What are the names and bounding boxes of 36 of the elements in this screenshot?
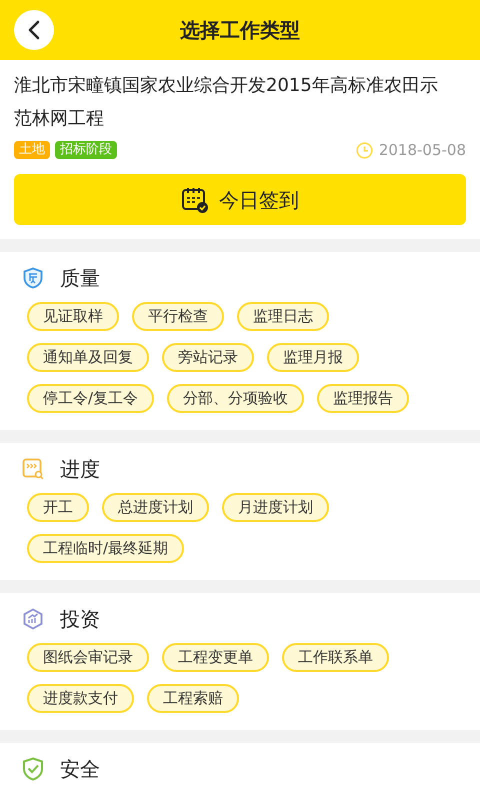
shield-check-icon (22, 757, 44, 781)
page-title: 选择工作类型 (180, 17, 300, 44)
back-button[interactable] (14, 10, 54, 50)
work-type-chip[interactable]: 平行检查 (132, 302, 224, 331)
work-type-chip[interactable]: 停工令/复工令 (27, 384, 154, 413)
clock-icon (356, 142, 373, 158)
work-type-chip[interactable]: 月进度计划 (222, 493, 329, 522)
work-type-chip[interactable]: 监理月报 (267, 343, 359, 372)
tag: 土地 (14, 141, 50, 159)
section-title: 安全 (60, 756, 100, 783)
work-type-chip[interactable]: 图纸会审记录 (27, 643, 149, 672)
work-type-chip[interactable]: 总进度计划 (102, 493, 209, 522)
work-type-chip[interactable]: 工程临时/最终延期 (27, 534, 184, 563)
shield-icon (22, 267, 44, 289)
work-type-chip[interactable]: 见证取样 (27, 302, 119, 331)
checkin-button[interactable]: 今日签到 (14, 174, 466, 225)
work-type-chip[interactable]: 工程变更单 (162, 643, 269, 672)
work-type-chip[interactable]: 分部、分项验收 (167, 384, 304, 413)
work-type-chip[interactable]: 进度款支付 (27, 684, 134, 713)
work-type-chip[interactable]: 监理日志 (237, 302, 329, 331)
date-text: 2018-05-08 (378, 140, 466, 161)
project-name: 淮北市宋疃镇国家农业综合开发2015年高标准农田示范林网工程 (14, 74, 439, 131)
hexagon-chart-icon (22, 608, 44, 630)
work-type-chip[interactable]: 监理报告 (317, 384, 410, 413)
back-icon (28, 20, 40, 40)
section-title: 质量 (60, 265, 100, 292)
work-type-chip[interactable]: 旁站记录 (162, 343, 254, 372)
chart-search-icon (22, 458, 44, 480)
section-title: 进度 (60, 456, 100, 483)
calendar-check-icon (181, 186, 209, 214)
work-type-chip[interactable]: 工程索赔 (147, 684, 239, 713)
tag: 招标阶段 (55, 141, 117, 159)
work-type-chip[interactable]: 工作联系单 (282, 643, 389, 672)
work-type-chip[interactable]: 通知单及回复 (27, 343, 149, 372)
work-type-chip[interactable]: 开工 (27, 493, 89, 522)
section-title: 投资 (60, 606, 100, 633)
